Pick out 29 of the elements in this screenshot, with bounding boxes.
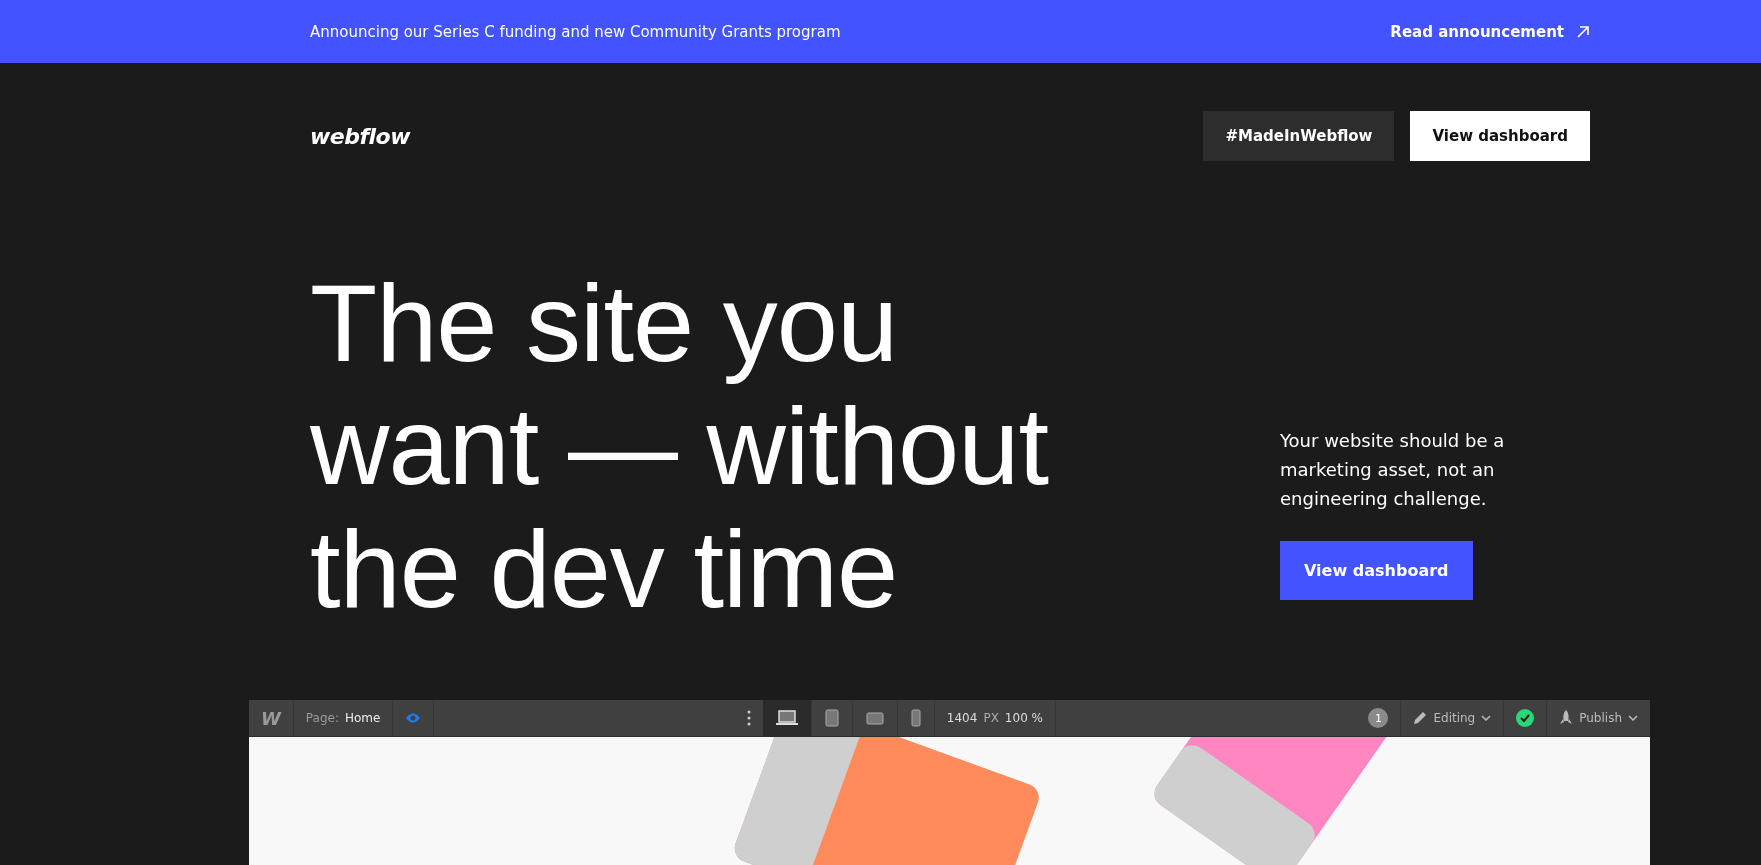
page-label: Page:	[305, 711, 339, 725]
rocket-icon	[1559, 710, 1574, 726]
view-dashboard-button[interactable]: View dashboard	[1410, 111, 1590, 161]
more-icon[interactable]	[746, 710, 751, 726]
arrow-up-right-icon	[1576, 24, 1590, 39]
read-announcement-link[interactable]: Read announcement	[1390, 22, 1590, 41]
tablet-landscape-icon	[865, 711, 884, 725]
view-dashboard-button[interactable]: View dashboard	[1280, 541, 1473, 600]
publish-dropdown[interactable]: Publish	[1579, 711, 1622, 725]
headline: The site you want — without the dev time	[310, 261, 1050, 630]
made-in-webflow-button[interactable]: #MadeInWebflow	[1203, 111, 1395, 161]
laptop-icon	[775, 710, 798, 726]
tablet-icon	[824, 709, 839, 727]
notification-count[interactable]: 1	[1368, 708, 1389, 728]
width-unit: PX	[983, 711, 999, 725]
pencil-icon	[1413, 711, 1428, 725]
width-value: 1404	[946, 711, 978, 725]
chevron-down-icon	[1481, 715, 1492, 721]
check-icon	[1516, 709, 1535, 727]
announcement-text: Announcing our Series C funding and new Community Grants program	[310, 22, 841, 41]
eye-icon[interactable]	[405, 712, 422, 724]
phone-icon	[910, 709, 921, 727]
hero-description: Your website should be a marketing asset, not an engineering challenge.	[1280, 429, 1506, 511]
page-name[interactable]: Home	[344, 711, 381, 725]
editing-dropdown[interactable]: Editing	[1433, 711, 1476, 725]
zoom-value: 100 %	[1004, 711, 1043, 725]
chevron-down-icon	[1628, 715, 1638, 721]
logo[interactable]: webflow	[310, 123, 411, 149]
designer-logo[interactable]: W	[261, 707, 281, 729]
